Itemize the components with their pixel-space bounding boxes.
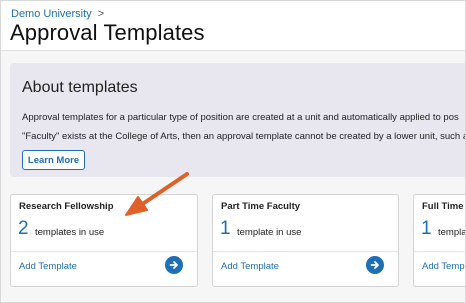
page: Demo University > Approval Templates Abo…: [0, 0, 466, 303]
page-title: Approval Templates: [10, 20, 205, 45]
add-template-link[interactable]: Add Temp: [422, 261, 465, 272]
card-title: Part Time Faculty: [221, 201, 301, 212]
arrow-right-circle-icon[interactable]: [366, 256, 384, 274]
breadcrumb-link-university[interactable]: Demo University: [11, 8, 92, 20]
arrow-right-circle-icon[interactable]: [165, 256, 183, 274]
template-card-full-time: Full Time 1 template Add Temp: [413, 194, 466, 287]
card-divider: [414, 251, 465, 252]
card-divider: [11, 251, 197, 252]
card-title: Full Time: [422, 201, 464, 212]
about-text-line-1: Approval templates for a particular type…: [22, 112, 459, 123]
about-templates-panel: About templates Approval templates for a…: [10, 63, 466, 177]
card-count-label: template in use: [237, 227, 302, 238]
card-title: Research Fellowship: [19, 201, 114, 212]
about-heading: About templates: [22, 79, 138, 96]
card-count-label: template: [438, 227, 466, 238]
template-card-research-fellowship: Research Fellowship 2 templates in use A…: [10, 194, 198, 287]
breadcrumb-separator: >: [97, 8, 105, 20]
learn-more-button[interactable]: Learn More: [22, 150, 85, 170]
card-count-label: templates in use: [35, 227, 105, 238]
template-card-part-time-faculty: Part Time Faculty 1 template in use Add …: [212, 194, 399, 287]
add-template-link[interactable]: Add Template: [19, 261, 77, 272]
add-template-link[interactable]: Add Template: [221, 261, 279, 272]
page-header: Demo University > Approval Templates: [1, 1, 465, 51]
card-template-count: 1: [220, 218, 231, 239]
card-divider: [213, 251, 398, 252]
about-text-line-2: "Faculty" exists at the College of Arts,…: [22, 131, 466, 142]
card-template-count: 2: [18, 218, 29, 239]
card-template-count: 1: [421, 218, 432, 239]
breadcrumb: Demo University >: [11, 8, 104, 20]
